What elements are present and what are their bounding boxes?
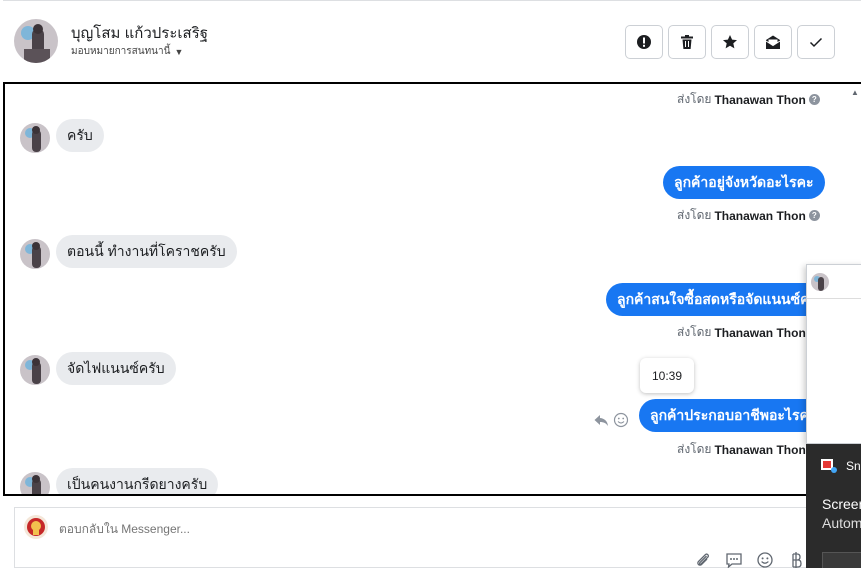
mail-open-icon bbox=[765, 35, 781, 49]
conversation-thread[interactable]: ▲ ส่งโดย Thanawan Thon ? ครับ ลูกค้าอยู่… bbox=[3, 82, 861, 496]
help-icon[interactable]: ? bbox=[808, 210, 820, 221]
spam-button[interactable] bbox=[625, 25, 663, 59]
conversation-actions bbox=[625, 25, 835, 59]
saved-replies-icon[interactable] bbox=[725, 551, 743, 568]
assign-label: มอบหมายการสนทนานี้ bbox=[71, 46, 171, 57]
reply-input[interactable] bbox=[59, 522, 659, 536]
page-avatar bbox=[24, 515, 48, 539]
snip-action-button[interactable] bbox=[822, 552, 861, 568]
emoji-reaction-icon[interactable] bbox=[613, 412, 629, 428]
sent-by-label: ส่งโดย Thanawan Thon ? bbox=[677, 206, 820, 225]
star-icon bbox=[723, 35, 737, 49]
caret-down-icon: ▼ bbox=[174, 46, 184, 57]
sent-by-label: ส่งโดย Thanawan Thon ? bbox=[677, 90, 820, 109]
conversation-header: บุญโสม แก้วประเสริฐ มอบหมายการสนทนานี้ ▼ bbox=[0, 0, 861, 82]
snip-tool-notification[interactable]: Snip Screen Autom bbox=[806, 444, 861, 568]
snip-app-icon bbox=[821, 459, 837, 473]
incoming-message[interactable]: จัดไฟแนนซ์ครับ bbox=[56, 352, 176, 385]
scroll-up-arrow-icon[interactable]: ▲ bbox=[851, 88, 861, 98]
preview-avatar bbox=[811, 273, 829, 291]
star-button[interactable] bbox=[711, 25, 749, 59]
incoming-message[interactable]: เป็นคนงานกรีดยางครับ bbox=[56, 468, 219, 494]
timestamp-tooltip: 10:39 bbox=[640, 358, 694, 393]
reply-icon[interactable] bbox=[593, 412, 609, 428]
snip-text: Autom bbox=[822, 515, 861, 531]
contact-avatar-small[interactable] bbox=[20, 123, 50, 153]
contact-name[interactable]: บุญโสม แก้วประเสริฐ bbox=[71, 21, 208, 45]
attachment-icon[interactable] bbox=[694, 551, 712, 568]
preview-divider bbox=[807, 298, 861, 299]
payment-icon[interactable] bbox=[787, 551, 805, 568]
notification-preview[interactable] bbox=[806, 264, 861, 444]
emoji-icon[interactable] bbox=[756, 551, 774, 568]
check-icon bbox=[809, 37, 823, 48]
message-hover-tools bbox=[593, 412, 629, 428]
help-icon[interactable]: ? bbox=[808, 94, 820, 105]
trash-icon bbox=[681, 35, 693, 49]
alert-icon bbox=[637, 35, 651, 49]
snip-title: Screen bbox=[822, 496, 861, 512]
assign-conversation-dropdown[interactable]: มอบหมายการสนทนานี้ ▼ bbox=[71, 44, 183, 59]
sent-by-label: ส่งโดย Thanawan Thon bbox=[677, 325, 806, 340]
header-divider bbox=[3, 0, 861, 1]
reply-composer bbox=[14, 507, 861, 568]
contact-avatar-small[interactable] bbox=[20, 472, 50, 494]
done-button[interactable] bbox=[797, 25, 835, 59]
contact-avatar[interactable] bbox=[14, 19, 58, 63]
reply-toolbar bbox=[694, 551, 805, 568]
messenger-inbox-page: บุญโสม แก้วประเสริฐ มอบหมายการสนทนานี้ ▼ bbox=[0, 0, 861, 568]
mark-unread-button[interactable] bbox=[754, 25, 792, 59]
delete-button[interactable] bbox=[668, 25, 706, 59]
snip-app-name: Snip bbox=[846, 459, 861, 473]
sent-by-label: ส่งโดย Thanawan Thon bbox=[677, 442, 806, 457]
outgoing-message[interactable]: ลูกค้าอยู่จังหวัดอะไรคะ bbox=[663, 166, 825, 199]
incoming-message[interactable]: ตอนนี้ ทำงานที่โคราชครับ bbox=[56, 235, 237, 268]
incoming-message[interactable]: ครับ bbox=[56, 119, 104, 152]
contact-avatar-small[interactable] bbox=[20, 239, 50, 269]
contact-avatar-small[interactable] bbox=[20, 355, 50, 385]
